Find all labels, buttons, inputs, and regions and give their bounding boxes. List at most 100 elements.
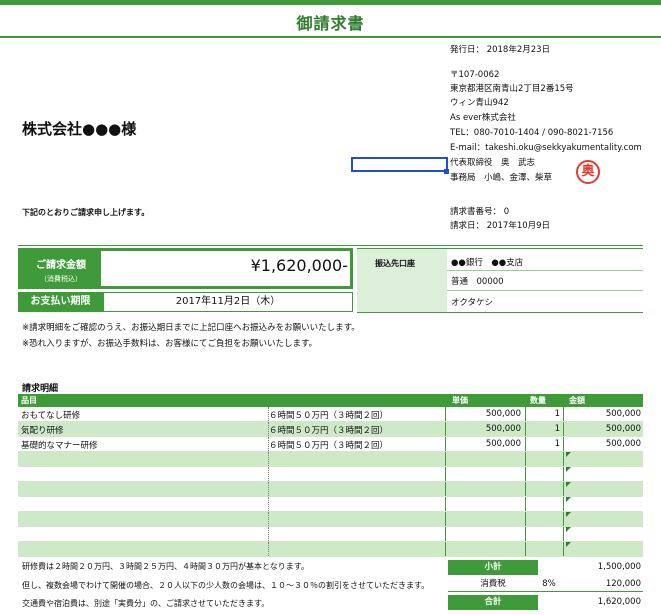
sender-representative: 代表取締役 奥 武志: [450, 158, 536, 168]
column-divider: [563, 512, 564, 526]
sender-email: E-mail：takeshi.oku@sekkyakumentality.com: [450, 143, 642, 153]
subtotal-row: 小計 1,500,000: [448, 560, 643, 575]
subtotal-label: 小計: [448, 560, 538, 575]
table-row: [18, 497, 643, 512]
column-divider: [268, 542, 269, 556]
sender-address-1: 東京都港区南青山2丁目2番15号: [450, 84, 574, 94]
total-label: 合計: [448, 595, 538, 610]
column-divider: [525, 407, 526, 421]
header-item: 品目: [21, 396, 37, 405]
bank-details: ●●銀行 ●●支店 普通 00000 オクタケシ: [447, 248, 643, 312]
column-divider: [525, 452, 526, 466]
footer-note-1: 研修費は２時間２０万円、３時間２５万円、４時間３０万円が基本となります。: [22, 562, 309, 571]
table-row: [18, 512, 643, 527]
intro-text: 下記のとおりご請求申し上げます。: [22, 208, 150, 217]
formula-warning-icon: [566, 467, 571, 472]
details-title: 請求明細: [22, 384, 59, 394]
document-title: 御請求書: [296, 14, 365, 33]
column-divider: [445, 512, 446, 526]
column-divider: [563, 437, 564, 451]
amount-sublabel: （消費税込）: [40, 275, 82, 283]
sender-company: As ever株式会社: [450, 113, 516, 123]
cell-item: 気配り研修: [21, 426, 64, 436]
sender-tel: TEL：080-7010-1404 / 090-8021-7156: [450, 128, 614, 138]
tax-row: 消費税 8% 120,000: [448, 577, 643, 592]
bank-holder: オクタケシ: [451, 298, 493, 308]
bank-label: 振込先口座: [375, 259, 415, 268]
summary-top-line: [18, 245, 643, 246]
header-price: 単価: [452, 396, 468, 405]
header-qty: 数量: [530, 396, 546, 405]
company-seal-stamp: 奥: [576, 160, 600, 184]
sender-address-2: ウィン青山942: [450, 98, 509, 108]
table-row: [18, 482, 643, 497]
cell-amount: 500,000: [605, 439, 641, 449]
column-divider: [563, 527, 564, 541]
table-row: おもてなし研修 ６時間５０万円（３時間２回） 500,000 1 500,000: [18, 407, 643, 422]
bank-name: ●●銀行 ●●支店: [451, 258, 524, 268]
formula-warning-icon: [566, 512, 571, 517]
column-divider: [445, 452, 446, 466]
column-divider: [268, 512, 269, 526]
column-divider: [563, 497, 564, 511]
bank-divider: [447, 270, 643, 271]
column-divider: [525, 467, 526, 481]
column-divider: [268, 527, 269, 541]
table-row: [18, 467, 643, 482]
cell-amount: 500,000: [605, 409, 641, 419]
issue-date: 発行日： 2018年2月23日: [450, 45, 551, 55]
table-body: おもてなし研修 ６時間５０万円（３時間２回） 500,000 1 500,000 気配り研…: [18, 407, 643, 557]
bank-account: 普通 00000: [451, 277, 504, 287]
column-divider: [563, 452, 564, 466]
cell-price: 500,000: [485, 409, 521, 419]
formula-warning-icon: [566, 452, 571, 457]
column-divider: [525, 527, 526, 541]
table-row: [18, 542, 643, 557]
total-value: 1,620,000: [597, 597, 641, 607]
cell-note: ６時間５０万円（３時間２回）: [269, 411, 389, 421]
formula-warning-icon: [566, 542, 571, 547]
cell-note: ６時間５０万円（３時間２回）: [269, 441, 389, 451]
selected-cell[interactable]: [351, 157, 448, 172]
remark-1: ※請求明細をご確認のうえ、お振込期日までに上記口座へお振込みをお願いいたします。: [22, 323, 360, 333]
column-divider: [525, 437, 526, 451]
cell-amount: 500,000: [605, 424, 641, 434]
cell-item: 基礎的なマナー研修: [21, 441, 98, 451]
table-row: [18, 452, 643, 467]
column-divider: [525, 512, 526, 526]
sender-office: 事務局 小嶋、金澤、柴草: [450, 173, 553, 183]
title-divider: [0, 36, 661, 38]
header-amount: 金額: [569, 396, 585, 405]
tax-value: 120,000: [605, 579, 641, 589]
bank-bottom-line: [357, 312, 643, 313]
formula-warning-icon: [566, 527, 571, 532]
client-name: 株式会社●●●様: [22, 120, 137, 138]
table-header: 品目 単価 数量 金額: [18, 394, 643, 407]
column-divider: [268, 467, 269, 481]
sender-postal: 〒107-0062: [450, 70, 500, 80]
column-divider: [563, 467, 564, 481]
formula-warning-icon: [566, 497, 571, 502]
table-row: 気配り研修 ６時間５０万円（３時間２回） 500,000 1 500,000: [18, 422, 643, 437]
remark-2: ※恐れ入りますが、お振込手数料は、お客様にてご負担をお願いいたします。: [22, 339, 318, 349]
column-divider: [563, 407, 564, 421]
column-divider: [525, 482, 526, 496]
column-divider: [563, 542, 564, 556]
cell-price: 500,000: [485, 424, 521, 434]
column-divider: [525, 497, 526, 511]
column-divider: [445, 482, 446, 496]
cell-fill-handle[interactable]: [444, 169, 449, 174]
cell-note: ６時間５０万円（３時間２回）: [269, 426, 389, 436]
due-label: お支払い期限: [18, 292, 103, 312]
table-row: 基礎的なマナー研修 ６時間５０万円（３時間２回） 500,000 1 500,000: [18, 437, 643, 452]
amount-label: ご請求金額: [36, 260, 86, 271]
tax-label: 消費税: [480, 579, 506, 589]
column-divider: [445, 527, 446, 541]
column-divider: [525, 422, 526, 436]
top-accent-bar: [0, 0, 661, 5]
footer-note-3: 交通費や宿泊費は、別途「実費分」の、ご請求させていただきます。: [22, 599, 270, 608]
column-divider: [563, 482, 564, 496]
column-divider: [445, 542, 446, 556]
total-row: 合計 1,620,000: [448, 595, 643, 610]
cell-qty: 1: [554, 409, 560, 419]
